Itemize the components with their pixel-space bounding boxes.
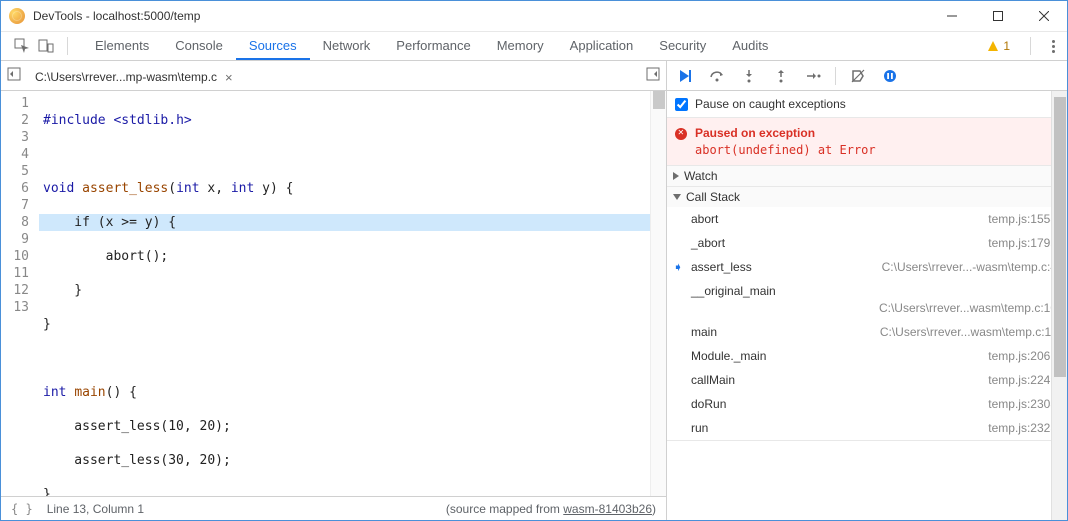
file-tab[interactable]: C:\Users\rrever...mp-wasm\temp.c × <box>29 64 239 90</box>
paused-message: abort(undefined) at Error <box>695 143 1057 157</box>
show-debugger-icon[interactable] <box>646 67 660 84</box>
warning-count: 1 <box>1003 39 1010 53</box>
callstack-frame[interactable]: ➧ assert_lessC:\Users\rrever...-wasm\temp… <box>667 255 1067 279</box>
callstack-frame[interactable]: doRuntemp.js:2308 <box>667 392 1067 416</box>
editor-pane: 12345678910111213 #include <stdlib.h> vo… <box>1 91 667 520</box>
paused-title: Paused on exception <box>695 126 1057 140</box>
minimize-button[interactable] <box>929 1 975 31</box>
tab-security[interactable]: Security <box>646 32 719 60</box>
file-tab-name: C:\Users\rrever...mp-wasm\temp.c <box>35 70 217 84</box>
tab-audits[interactable]: Audits <box>719 32 781 60</box>
frame-name: main <box>691 325 717 339</box>
debugger-sidepane: Pause on caught exceptions Paused on exc… <box>667 91 1067 520</box>
source-map-link[interactable]: wasm-81403b26 <box>563 502 652 516</box>
main-toolbar: ElementsConsoleSourcesNetworkPerformance… <box>1 32 1067 61</box>
paused-banner: Paused on exception abort(undefined) at … <box>667 118 1067 166</box>
callstack-frame[interactable]: __original_main C:\Users\rrever...wasm\te… <box>667 279 1067 320</box>
panel-tabs: ElementsConsoleSourcesNetworkPerformance… <box>82 32 981 60</box>
resume-button[interactable] <box>673 64 697 88</box>
show-navigator-icon[interactable] <box>7 67 21 84</box>
frame-name: assert_less <box>691 260 752 274</box>
sidepane-scrollbar[interactable] <box>1051 91 1067 520</box>
tab-application[interactable]: Application <box>557 32 647 60</box>
frame-location: temp.js:1558 <box>718 212 1057 226</box>
pause-on-caught-checkbox[interactable] <box>675 98 688 111</box>
inspect-element-icon[interactable] <box>11 35 33 57</box>
execution-line: if (x >= y) { <box>39 214 666 231</box>
error-icon <box>675 128 687 140</box>
watch-section[interactable]: Watch <box>667 166 1067 187</box>
devtools-logo-icon <box>9 8 25 24</box>
callstack-frame[interactable]: aborttemp.js:1558 <box>667 207 1067 231</box>
more-options-icon[interactable] <box>1045 45 1061 48</box>
frame-location: temp.js:2323 <box>708 421 1057 435</box>
step-button[interactable] <box>801 64 825 88</box>
callstack-frame[interactable]: callMaintemp.js:2249 <box>667 368 1067 392</box>
devtools-window: DevTools - localhost:5000/temp ElementsC… <box>0 0 1068 521</box>
window-title: DevTools - localhost:5000/temp <box>33 9 929 23</box>
frame-location: C:\Users\rrever...wasm\temp.c:10 <box>691 301 1057 315</box>
sources-subbar: C:\Users\rrever...mp-wasm\temp.c × <box>1 61 1067 91</box>
pause-on-caught-label: Pause on caught exceptions <box>695 97 846 111</box>
file-tabstrip: C:\Users\rrever...mp-wasm\temp.c × <box>1 61 667 90</box>
frame-location: temp.js:1795 <box>725 236 1057 250</box>
pause-on-caught-row[interactable]: Pause on caught exceptions <box>667 91 1067 118</box>
tab-sources[interactable]: Sources <box>236 32 310 60</box>
frame-name: callMain <box>691 373 735 387</box>
tab-performance[interactable]: Performance <box>383 32 483 60</box>
close-button[interactable] <box>1021 1 1067 31</box>
file-tab-close-icon[interactable]: × <box>225 70 233 85</box>
callstack-frame[interactable]: Module._maintemp.js:2062 <box>667 344 1067 368</box>
separator <box>1030 37 1031 55</box>
frame-name: abort <box>691 212 718 226</box>
frame-location: C:\Users\rrever...wasm\temp.c:11 <box>717 325 1057 339</box>
device-toolbar-icon[interactable] <box>35 35 57 57</box>
window-controls <box>929 1 1067 31</box>
source-map-info: (source mapped from wasm-81403b26) <box>446 502 656 516</box>
tab-network[interactable]: Network <box>310 32 384 60</box>
content: 12345678910111213 #include <stdlib.h> vo… <box>1 91 1067 520</box>
chevron-down-icon <box>673 194 681 200</box>
editor-scrollbar[interactable] <box>650 91 666 496</box>
tab-elements[interactable]: Elements <box>82 32 162 60</box>
maximize-button[interactable] <box>975 1 1021 31</box>
frame-name: Module._main <box>691 349 766 363</box>
separator <box>835 67 836 85</box>
pause-on-exceptions-button[interactable] <box>878 64 902 88</box>
warnings-badge[interactable]: 1 <box>981 39 1016 53</box>
separator <box>67 37 68 55</box>
frame-location: C:\Users\rrever...-wasm\temp.c:4 <box>752 260 1057 274</box>
format-icon[interactable]: { } <box>11 502 33 516</box>
frame-location: temp.js:2062 <box>766 349 1057 363</box>
frame-location: temp.js:2249 <box>735 373 1057 387</box>
deactivate-breakpoints-button[interactable] <box>846 64 870 88</box>
callstack-frame[interactable]: mainC:\Users\rrever...wasm\temp.c:11 <box>667 320 1067 344</box>
callstack-section: Call Stack aborttemp.js:1558_aborttemp.j… <box>667 187 1067 441</box>
titlebar: DevTools - localhost:5000/temp <box>1 1 1067 32</box>
frame-name: doRun <box>691 397 726 411</box>
frame-name: _abort <box>691 236 725 250</box>
current-frame-arrow-icon: ➧ <box>673 260 683 274</box>
callstack-header[interactable]: Call Stack <box>667 187 1067 207</box>
code-editor[interactable]: 12345678910111213 #include <stdlib.h> vo… <box>1 91 666 496</box>
frame-name: __original_main <box>691 284 776 298</box>
tab-memory[interactable]: Memory <box>484 32 557 60</box>
callstack-frame[interactable]: runtemp.js:2323 <box>667 416 1067 440</box>
step-into-button[interactable] <box>737 64 761 88</box>
callstack-frame[interactable]: _aborttemp.js:1795 <box>667 231 1067 255</box>
frame-location: temp.js:2308 <box>726 397 1057 411</box>
step-out-button[interactable] <box>769 64 793 88</box>
debugger-toolbar <box>667 61 1067 90</box>
cursor-position: Line 13, Column 1 <box>47 502 144 516</box>
warning-icon <box>987 40 999 52</box>
line-gutter: 12345678910111213 <box>1 91 39 496</box>
tab-console[interactable]: Console <box>162 32 236 60</box>
scroll-thumb[interactable] <box>1054 97 1066 377</box>
chevron-right-icon <box>673 172 679 180</box>
statusbar: { } Line 13, Column 1 (source mapped fro… <box>1 496 666 520</box>
step-over-button[interactable] <box>705 64 729 88</box>
code-body: #include <stdlib.h> void assert_less(int… <box>39 91 666 496</box>
frame-name: run <box>691 421 708 435</box>
